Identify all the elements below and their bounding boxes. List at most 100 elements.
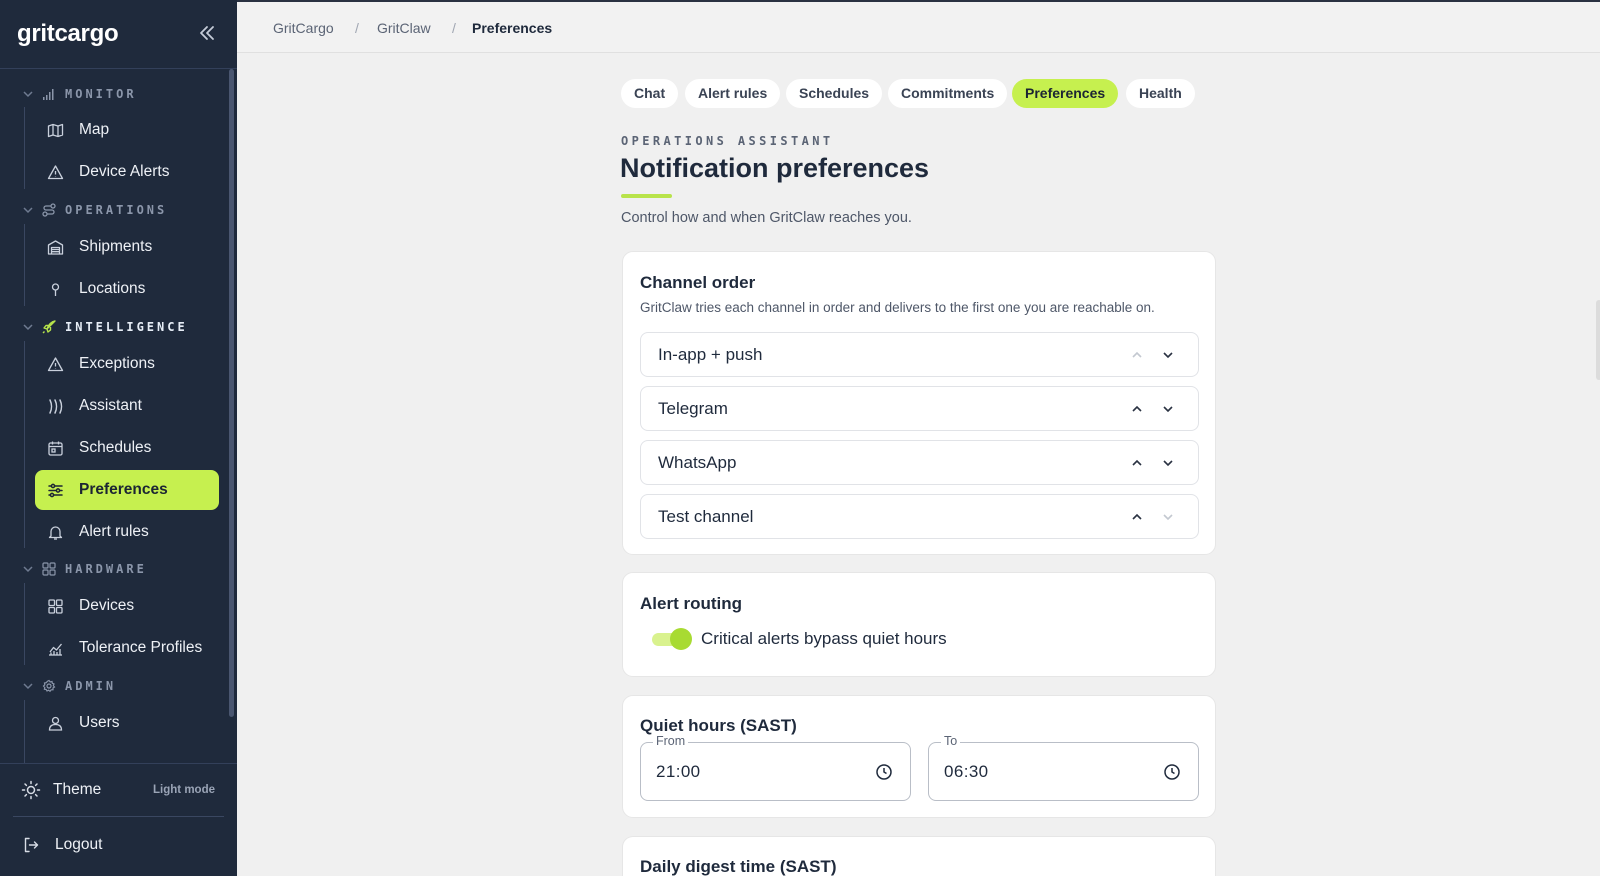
sidebar-nav: MONITOR Map Device Alerts OPERATIONS Shi… bbox=[0, 69, 237, 763]
page-subtitle: Control how and when GritClaw reaches yo… bbox=[621, 210, 912, 226]
chevron-down-icon bbox=[22, 88, 34, 100]
card-title: Channel order bbox=[640, 273, 756, 292]
app-logo[interactable]: gritcargo bbox=[17, 20, 119, 48]
logout-button[interactable]: Logout bbox=[0, 817, 237, 872]
sidebar-scrollbar[interactable] bbox=[229, 69, 234, 717]
sidebar-item-shipments[interactable]: Shipments bbox=[35, 227, 219, 267]
nav-guide-line bbox=[24, 700, 25, 763]
section-label: MONITOR bbox=[65, 87, 137, 101]
sliders-icon bbox=[47, 482, 64, 499]
channel-row[interactable]: Test channel bbox=[640, 494, 1199, 539]
sidebar-item-users[interactable]: Users bbox=[35, 703, 219, 743]
nav-guide-line bbox=[24, 224, 25, 306]
tab-alert-rules[interactable]: Alert rules bbox=[685, 79, 781, 108]
alert-routing-card: Alert routing Critical alerts bypass qui… bbox=[622, 572, 1216, 677]
field-label: From bbox=[653, 734, 689, 748]
top-bar: GritCargo / GritClaw / Preferences bbox=[237, 0, 1600, 53]
clock-icon[interactable] bbox=[875, 763, 893, 781]
daily-digest-card: Daily digest time (SAST) bbox=[622, 836, 1216, 876]
section-intelligence[interactable]: INTELLIGENCE bbox=[0, 314, 230, 340]
chevron-down-icon bbox=[22, 204, 34, 216]
sidebar-item-label: Locations bbox=[79, 280, 146, 297]
sidebar-item-exceptions[interactable]: Exceptions bbox=[35, 344, 219, 384]
quiet-hours-to-field[interactable]: To 06:30 bbox=[928, 734, 1199, 801]
sidebar-item-label: Shipments bbox=[79, 238, 153, 255]
map-icon bbox=[47, 122, 64, 139]
move-down-icon bbox=[1161, 510, 1175, 524]
sidebar-item-label: Users bbox=[79, 714, 120, 731]
page-eyebrow: OPERATIONS ASSISTANT bbox=[621, 134, 834, 148]
sidebar-item-device-alerts[interactable]: Device Alerts bbox=[35, 152, 219, 192]
grid-icon bbox=[41, 561, 57, 577]
sidebar-item-map[interactable]: Map bbox=[35, 110, 219, 150]
section-hardware[interactable]: HARDWARE bbox=[0, 556, 230, 582]
quiet-hours-from-field[interactable]: From 21:00 bbox=[640, 734, 911, 801]
toggle-label[interactable]: Critical alerts bypass quiet hours bbox=[701, 629, 947, 649]
page-title: Notification preferences bbox=[620, 153, 930, 183]
nav-guide-line bbox=[24, 583, 25, 665]
sidebar-header: gritcargo bbox=[0, 0, 237, 69]
signal-bars-icon bbox=[41, 86, 57, 102]
sidebar-item-alert-rules[interactable]: Alert rules bbox=[35, 512, 219, 552]
theme-toggle[interactable]: Theme Light mode bbox=[0, 764, 237, 816]
channel-row[interactable]: WhatsApp bbox=[640, 440, 1199, 485]
sidebar-item-tolerance-profiles[interactable]: Tolerance Profiles bbox=[35, 628, 219, 668]
channel-row[interactable]: Telegram bbox=[640, 386, 1199, 431]
sidebar-item-label: Schedules bbox=[79, 439, 152, 456]
sidebar-item-devices[interactable]: Devices bbox=[35, 586, 219, 626]
pin-icon bbox=[47, 281, 64, 298]
sidebar-item-label: Devices bbox=[79, 597, 135, 614]
tab-schedules[interactable]: Schedules bbox=[786, 79, 883, 108]
breadcrumb-item[interactable]: GritCargo bbox=[273, 20, 334, 36]
calendar-icon bbox=[47, 440, 64, 457]
grid-icon bbox=[47, 598, 64, 615]
bell-icon bbox=[47, 524, 64, 541]
move-up-icon[interactable] bbox=[1130, 402, 1144, 416]
sidebar-item-label: Assistant bbox=[79, 397, 142, 414]
collapse-sidebar-icon[interactable] bbox=[196, 22, 218, 44]
section-admin[interactable]: ADMIN bbox=[0, 673, 230, 699]
move-down-icon[interactable] bbox=[1161, 456, 1175, 470]
logout-label: Logout bbox=[55, 836, 103, 853]
move-down-icon[interactable] bbox=[1161, 402, 1175, 416]
sidebar-item-label: Alert rules bbox=[79, 523, 149, 540]
critical-bypass-toggle[interactable] bbox=[652, 628, 692, 650]
breadcrumb-current: Preferences bbox=[472, 20, 553, 36]
channel-label: In-app + push bbox=[658, 345, 763, 364]
section-monitor[interactable]: MONITOR bbox=[0, 81, 230, 107]
breadcrumb-separator: / bbox=[355, 20, 359, 36]
move-down-icon[interactable] bbox=[1161, 348, 1175, 362]
card-title: Alert routing bbox=[640, 594, 742, 613]
sun-icon bbox=[21, 780, 41, 800]
section-operations[interactable]: OPERATIONS bbox=[0, 197, 230, 223]
tab-health[interactable]: Health bbox=[1126, 79, 1195, 108]
tab-commitments[interactable]: Commitments bbox=[888, 79, 1008, 108]
chevron-down-icon bbox=[22, 680, 34, 692]
sidebar-item-label: Tolerance Profiles bbox=[79, 639, 203, 656]
clock-icon[interactable] bbox=[1163, 763, 1181, 781]
chart-icon bbox=[47, 640, 64, 657]
tab-preferences[interactable]: Preferences bbox=[1012, 79, 1119, 108]
move-up-icon[interactable] bbox=[1130, 510, 1144, 524]
toggle-knob bbox=[670, 628, 692, 650]
sidebar: gritcargo MONITOR Map Device Alerts OPER… bbox=[0, 0, 237, 876]
chevron-down-icon bbox=[22, 563, 34, 575]
move-up-icon[interactable] bbox=[1130, 456, 1144, 470]
breadcrumb-item[interactable]: GritClaw bbox=[377, 20, 431, 36]
card-description: GritClaw tries each channel in order and… bbox=[640, 300, 1155, 315]
sidebar-item-preferences[interactable]: Preferences bbox=[35, 470, 219, 510]
warning-triangle-icon bbox=[47, 356, 64, 373]
sidebar-item-label: Device Alerts bbox=[79, 163, 170, 180]
channel-label: Telegram bbox=[658, 399, 728, 418]
section-label: ADMIN bbox=[65, 679, 117, 693]
channel-row[interactable]: In-app + push bbox=[640, 332, 1199, 377]
tab-chat[interactable]: Chat bbox=[621, 79, 679, 108]
sidebar-item-locations[interactable]: Locations bbox=[35, 269, 219, 309]
channel-label: Test channel bbox=[658, 507, 754, 526]
side-drawer-handle[interactable] bbox=[1596, 300, 1600, 380]
sidebar-item-label: Map bbox=[79, 121, 110, 138]
sidebar-item-schedules[interactable]: Schedules bbox=[35, 428, 219, 468]
chevron-down-icon bbox=[22, 321, 34, 333]
sidebar-item-assistant[interactable]: Assistant bbox=[35, 386, 219, 426]
field-value: 06:30 bbox=[944, 762, 989, 781]
